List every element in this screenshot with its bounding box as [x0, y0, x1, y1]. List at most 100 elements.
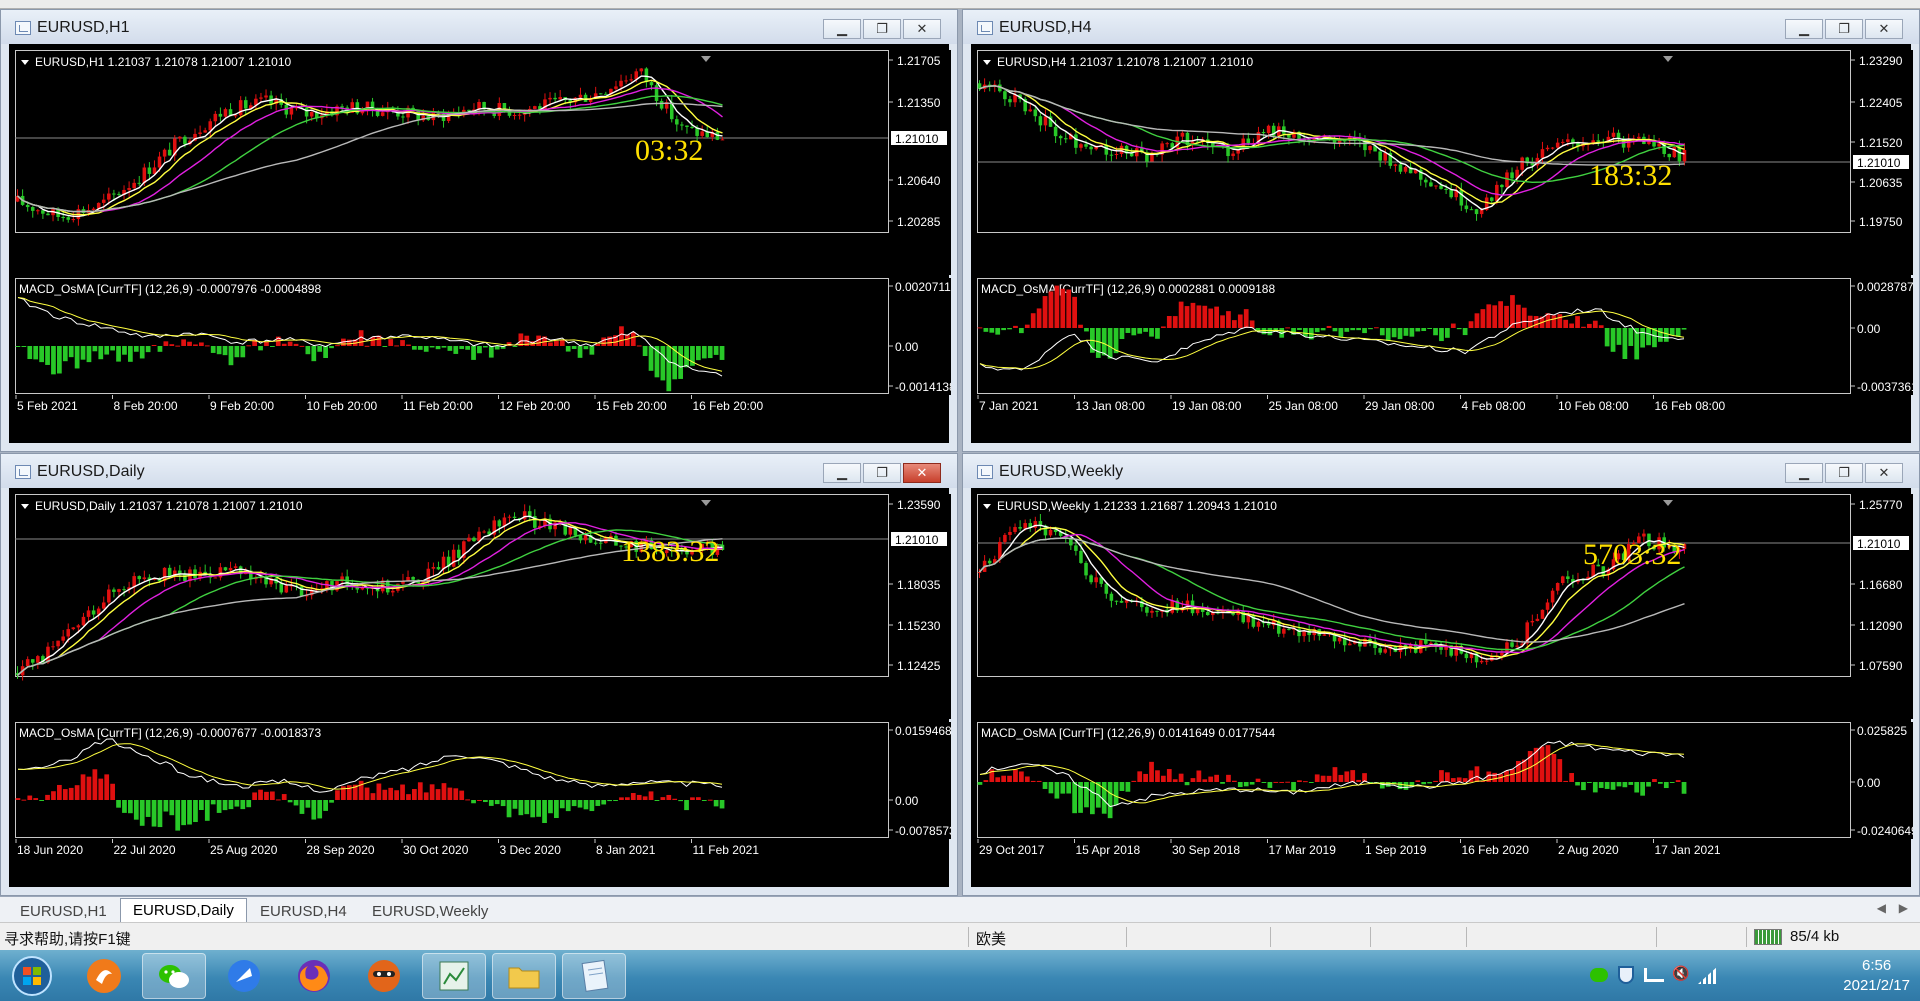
- close-button[interactable]: ✕: [903, 19, 941, 39]
- osma-histogram-bar: [690, 797, 695, 800]
- candle-body: [1038, 116, 1043, 126]
- close-button[interactable]: ✕: [903, 463, 941, 483]
- chart-client[interactable]: EURUSD,Daily 1.21037 1.21078 1.21007 1.2…: [9, 488, 951, 887]
- osma-histogram-bar: [1415, 328, 1421, 332]
- wechat-icon[interactable]: [142, 953, 206, 999]
- osma-histogram-bar: [1297, 328, 1302, 330]
- chart-client[interactable]: EURUSD,Weekly 1.21233 1.21687 1.20943 1.…: [971, 488, 1913, 887]
- macd-pane[interactable]: MACD_OsMA [CurrTF] (12,26,9) 0.0141649 0…: [977, 722, 1913, 839]
- chart-window-h4[interactable]: EURUSD,H4 ▁ ❐ ✕ EURUSD,H4 1.21037 1.2107…: [962, 9, 1920, 452]
- chart-window-h1[interactable]: EURUSD,H1 ▁ ❐ ✕ EURUSD,H1 1.21037 1.2107…: [0, 9, 958, 452]
- price-pane[interactable]: EURUSD,Weekly 1.21233 1.21687 1.20943 1.…: [977, 494, 1913, 719]
- folder-icon[interactable]: [492, 953, 556, 999]
- tray-wechat-icon[interactable]: [1590, 968, 1608, 982]
- price-pane[interactable]: EURUSD,Daily 1.21037 1.21078 1.21007 1.2…: [15, 494, 951, 719]
- chart-client[interactable]: EURUSD,H1 1.21037 1.21078 1.21007 1.2101…: [9, 44, 951, 443]
- osma-histogram-bar: [1439, 328, 1444, 342]
- osma-histogram-bar: [1007, 775, 1012, 782]
- osma-histogram-bar: [210, 800, 216, 805]
- minimize-button[interactable]: ▁: [1785, 19, 1823, 39]
- osma-histogram-bar: [1587, 323, 1592, 328]
- osma-histogram-bar: [1640, 782, 1645, 796]
- window-titlebar[interactable]: EURUSD,Weekly ▁ ❐ ✕: [963, 454, 1919, 488]
- candle-body: [553, 97, 557, 100]
- candle-body: [107, 589, 111, 603]
- close-button[interactable]: ✕: [1865, 19, 1903, 39]
- osma-histogram-bar: [1397, 328, 1403, 340]
- candle-body: [598, 93, 603, 95]
- chart-window-daily[interactable]: EURUSD,Daily ▁ ❐ ✕ EURUSD,Daily 1.21037 …: [0, 453, 958, 896]
- tab-eurusd-daily[interactable]: EURUSD,Daily: [120, 898, 247, 923]
- osma-histogram-bar: [636, 345, 642, 347]
- osma-histogram-bar: [122, 346, 127, 355]
- tab-scroll-left-icon[interactable]: ◀: [1877, 901, 1886, 915]
- candle-body: [1170, 600, 1175, 613]
- notepad-icon[interactable]: [562, 953, 626, 999]
- minimize-button[interactable]: ▁: [823, 19, 861, 39]
- start-orb-icon[interactable]: [0, 953, 64, 999]
- osma-histogram-bar: [181, 339, 186, 346]
- feishu-icon[interactable]: [212, 953, 276, 999]
- osma-histogram-bar: [1628, 328, 1634, 346]
- osma-histogram-bar: [1468, 321, 1474, 328]
- tray-shield-icon[interactable]: [1618, 966, 1634, 984]
- minimize-button[interactable]: ▁: [823, 463, 861, 483]
- macd-pane[interactable]: MACD_OsMA [CurrTF] (12,26,9) -0.0007677 …: [15, 722, 951, 839]
- osma-histogram-bar: [1421, 328, 1427, 332]
- osma-histogram-bar: [175, 345, 181, 347]
- osma-histogram-bar: [465, 799, 470, 801]
- maximize-button[interactable]: ❐: [863, 19, 901, 39]
- osma-histogram-bar: [364, 787, 370, 800]
- osma-histogram-bar: [524, 800, 530, 815]
- osma-histogram-bar: [1610, 782, 1616, 790]
- mascot-icon[interactable]: [352, 953, 416, 999]
- candle-body: [512, 115, 517, 117]
- window-titlebar[interactable]: EURUSD,H1 ▁ ❐ ✕: [1, 10, 957, 44]
- window-titlebar[interactable]: EURUSD,Daily ▁ ❐ ✕: [1, 454, 957, 488]
- osma-histogram-bar: [595, 800, 601, 806]
- window-titlebar[interactable]: EURUSD,H4 ▁ ❐ ✕: [963, 10, 1919, 44]
- tab-eurusd-weekly[interactable]: EURUSD,Weekly: [360, 900, 500, 922]
- price-pane[interactable]: EURUSD,H1 1.21037 1.21078 1.21007 1.2101…: [15, 50, 951, 275]
- firefox-icon[interactable]: [282, 953, 346, 999]
- osma-histogram-bar: [995, 777, 1001, 782]
- maximize-button[interactable]: ❐: [1825, 463, 1863, 483]
- price-pane[interactable]: EURUSD,H4 1.21037 1.21078 1.21007 1.2101…: [977, 50, 1913, 275]
- close-button[interactable]: ✕: [1865, 463, 1903, 483]
- osma-histogram-bar: [530, 800, 536, 818]
- osma-histogram-bar: [62, 346, 68, 362]
- date-axis-label: 2 Aug 2020: [1558, 843, 1619, 857]
- osma-histogram-bar: [571, 800, 577, 807]
- mt4-icon[interactable]: [422, 953, 486, 999]
- app-orange-icon[interactable]: [72, 953, 136, 999]
- macd-pane[interactable]: MACD_OsMA [CurrTF] (12,26,9) 0.0002881 0…: [977, 278, 1913, 395]
- osma-histogram-bar: [471, 346, 476, 360]
- osma-histogram-bar: [1078, 324, 1083, 328]
- candle-body: [1165, 143, 1169, 145]
- chart-client[interactable]: EURUSD,H4 1.21037 1.21078 1.21007 1.2101…: [971, 44, 1913, 443]
- osma-histogram-bar: [642, 796, 648, 800]
- candle-body: [1013, 527, 1017, 532]
- osma-histogram-bar: [216, 800, 222, 813]
- candle-body: [1205, 611, 1210, 616]
- minimize-button[interactable]: ▁: [1785, 463, 1823, 483]
- osma-histogram-bar: [429, 346, 435, 348]
- tray-volume-muted-icon[interactable]: 🔇: [1672, 966, 1689, 984]
- osma-histogram-bar: [1243, 782, 1249, 787]
- osma-histogram-bar: [483, 346, 488, 348]
- candle-body: [517, 114, 522, 116]
- osma-histogram-bar: [701, 800, 707, 801]
- tab-eurusd-h4[interactable]: EURUSD,H4: [248, 900, 359, 922]
- macd-pane[interactable]: MACD_OsMA [CurrTF] (12,26,9) -0.0007976 …: [15, 278, 951, 395]
- maximize-button[interactable]: ❐: [863, 463, 901, 483]
- maximize-button[interactable]: ❐: [1825, 19, 1863, 39]
- tab-eurusd-h1[interactable]: EURUSD,H1: [8, 900, 119, 922]
- tab-scroll-right-icon[interactable]: ▶: [1899, 901, 1908, 915]
- osma-histogram-bar: [1125, 782, 1131, 792]
- osma-histogram-bar: [1072, 782, 1077, 814]
- chart-window-weekly[interactable]: EURUSD,Weekly ▁ ❐ ✕ EURUSD,Weekly 1.2123…: [962, 453, 1920, 896]
- tray-network-icon[interactable]: [1644, 968, 1664, 982]
- candle-body: [1003, 534, 1007, 542]
- tray-signal-icon[interactable]: [1698, 966, 1718, 984]
- taskbar-clock[interactable]: 6:56 2021/2/17: [1843, 956, 1910, 996]
